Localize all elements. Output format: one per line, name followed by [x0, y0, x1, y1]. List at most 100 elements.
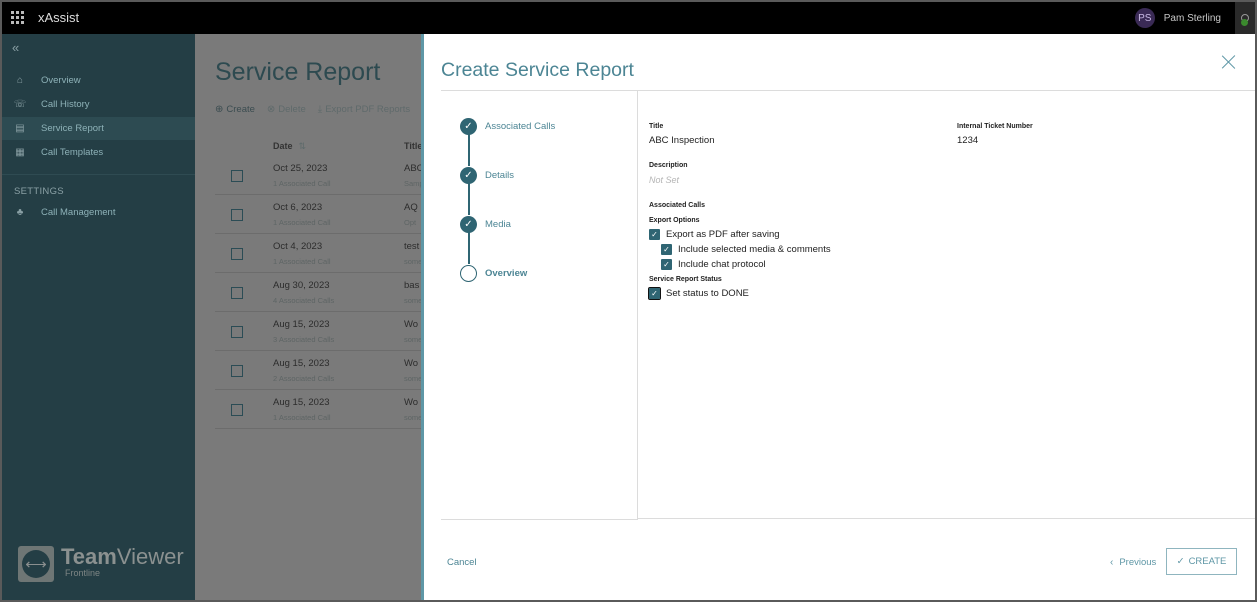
checkmark-icon: ✓ — [649, 229, 660, 240]
checkmark-icon: ✓ — [661, 259, 672, 270]
check-icon: ✓ — [460, 167, 477, 184]
row-title-sub: some — [404, 335, 421, 344]
sidebar-item-service-report[interactable]: ▤ Service Report — [2, 117, 195, 140]
close-icon[interactable] — [1221, 54, 1237, 70]
table-row[interactable]: Oct 4, 2023 1 Associated Call test some — [215, 234, 421, 273]
previous-button[interactable]: ‹ Previous — [1110, 557, 1156, 568]
row-date: Oct 6, 2023 — [273, 202, 323, 213]
row-date: Oct 4, 2023 — [273, 241, 323, 252]
table-row[interactable]: Oct 25, 2023 1 Associated Call ABC Inspect… — [215, 156, 421, 195]
table-row[interactable]: Oct 6, 2023 1 Associated Call AQ Opt — [215, 195, 421, 234]
document-icon: ▤ — [15, 123, 25, 134]
row-checkbox[interactable] — [231, 248, 243, 260]
download-icon: ⤓ — [317, 104, 323, 115]
app-title: xAssist — [38, 10, 80, 25]
ticket-number-label: Internal Ticket Number — [957, 123, 1033, 130]
sidebar-item-call-history[interactable]: ☏ Call History — [2, 93, 195, 116]
user-menu[interactable]: PS Pam Sterling — [1134, 8, 1221, 28]
table-row[interactable]: Aug 15, 2023 3 Associated Calls Wo some — [215, 312, 421, 351]
check-icon: ✓ — [460, 118, 477, 135]
check-icon: ✓ — [1176, 556, 1185, 567]
row-checkbox[interactable] — [231, 209, 243, 221]
row-title-sub: Opt — [404, 218, 417, 227]
call-history-icon: ☏ — [13, 99, 27, 110]
create-report-button[interactable]: ⊕ Create — [215, 104, 255, 115]
row-associated-calls: 1 Associated Call — [273, 218, 331, 227]
template-icon: ▦ — [15, 147, 25, 158]
report-status-label: Service Report Status — [649, 276, 722, 283]
top-bar: xAssist PS Pam Sterling — [2, 2, 1255, 34]
row-associated-calls: 1 Associated Call — [273, 413, 331, 422]
logo-brand-bold: Team — [61, 544, 117, 569]
step-connector — [468, 183, 470, 215]
step-overview[interactable]: Overview — [460, 265, 527, 282]
user-name: Pam Sterling — [1163, 12, 1221, 24]
row-associated-calls: 1 Associated Call — [273, 257, 331, 266]
sidebar-item-label: Call History — [41, 99, 90, 110]
export-pdf-button[interactable]: ⤓ Export PDF Reports — [318, 104, 410, 115]
associated-calls-label: Associated Calls — [649, 202, 706, 209]
delete-report-button[interactable]: ⊗ Delete — [267, 104, 306, 115]
table-row[interactable]: Aug 15, 2023 2 Associated Calls Wo some — [215, 351, 421, 390]
checkmark-icon: ✓ — [647, 286, 662, 301]
column-header-title[interactable]: Title — [404, 141, 421, 151]
check-icon: ✓ — [460, 216, 477, 233]
empty-circle-icon — [460, 265, 477, 282]
step-details[interactable]: ✓ Details — [460, 167, 514, 184]
title-value: ABC Inspection — [649, 135, 715, 146]
row-title: Wo — [404, 397, 419, 408]
step-associated-calls[interactable]: ✓ Associated Calls — [460, 118, 555, 135]
row-title: Wo — [404, 358, 419, 369]
x-circle-icon: ⊗ — [266, 104, 276, 115]
stepper: ✓ Associated Calls ✓ Details ✓ Media Ove… — [441, 91, 638, 520]
org-chart-icon: ♣ — [16, 207, 24, 218]
presence-status-button[interactable] — [1235, 2, 1255, 34]
set-done-checkbox[interactable]: ✓ Set status to DONE — [647, 286, 749, 301]
dialog-title: Create Service Report — [441, 59, 634, 81]
step-media[interactable]: ✓ Media — [460, 216, 511, 233]
column-header-date[interactable]: Date ⇅ — [273, 141, 306, 152]
row-title: ABC Inspection — [404, 163, 421, 174]
row-checkbox[interactable] — [231, 404, 243, 416]
settings-heading: SETTINGS — [14, 186, 64, 197]
include-chat-checkbox[interactable]: ✓ Include chat protocol — [661, 259, 766, 270]
table-row[interactable]: Aug 30, 2023 4 Associated Calls bas some — [215, 273, 421, 312]
home-icon: ⌂ — [16, 75, 24, 86]
chevron-left-icon: ‹ — [1110, 557, 1114, 568]
row-checkbox[interactable] — [231, 365, 243, 377]
app-window: xAssist PS Pam Sterling « ⌂ Overview ☏ C… — [2, 2, 1255, 600]
row-date: Aug 30, 2023 — [273, 280, 330, 291]
service-report-page: Service Report ⊕ Create ⊗ Delete ⤓ Expor… — [195, 34, 421, 600]
sidebar-item-call-templates[interactable]: ▦ Call Templates — [2, 141, 195, 164]
row-title: bas — [404, 280, 420, 291]
app-launcher-icon[interactable] — [11, 11, 24, 24]
row-title-sub: some — [404, 374, 421, 383]
sidebar-item-label: Call Templates — [41, 147, 104, 158]
page-toolbar: ⊕ Create ⊗ Delete ⤓ Export PDF Reports — [215, 104, 422, 115]
cancel-button[interactable]: Cancel — [447, 557, 477, 568]
export-pdf-checkbox[interactable]: ✓ Export as PDF after saving — [649, 229, 780, 240]
teamviewer-logo: ⟷ TeamViewer Frontline — [18, 546, 184, 582]
row-title: test — [404, 241, 420, 252]
step-connector — [468, 134, 470, 166]
row-checkbox[interactable] — [231, 170, 243, 182]
create-service-report-dialog: Create Service Report ✓ Associated Calls… — [421, 34, 1255, 600]
collapse-sidebar-icon[interactable]: « — [12, 40, 19, 55]
logo-brand-light: Viewer — [116, 544, 184, 569]
divider — [638, 518, 1255, 519]
sidebar-item-call-management[interactable]: ♣ Call Management — [2, 201, 195, 224]
sort-icon: ⇅ — [298, 141, 307, 151]
checkmark-icon: ✓ — [661, 244, 672, 255]
include-media-checkbox[interactable]: ✓ Include selected media & comments — [661, 244, 831, 255]
row-checkbox[interactable] — [231, 287, 243, 299]
row-associated-calls: 1 Associated Call — [273, 179, 331, 188]
create-button[interactable]: ✓ CREATE — [1166, 548, 1237, 575]
page-title: Service Report — [215, 58, 381, 86]
sidebar-item-label: Service Report — [41, 123, 104, 134]
row-checkbox[interactable] — [231, 326, 243, 338]
table-row[interactable]: Aug 15, 2023 1 Associated Call Wo some — [215, 390, 421, 429]
sidebar-item-overview[interactable]: ⌂ Overview — [2, 69, 195, 92]
row-title-sub: some — [404, 257, 421, 266]
sidebar-item-label: Call Management — [41, 207, 116, 218]
row-title: AQ — [404, 202, 418, 213]
